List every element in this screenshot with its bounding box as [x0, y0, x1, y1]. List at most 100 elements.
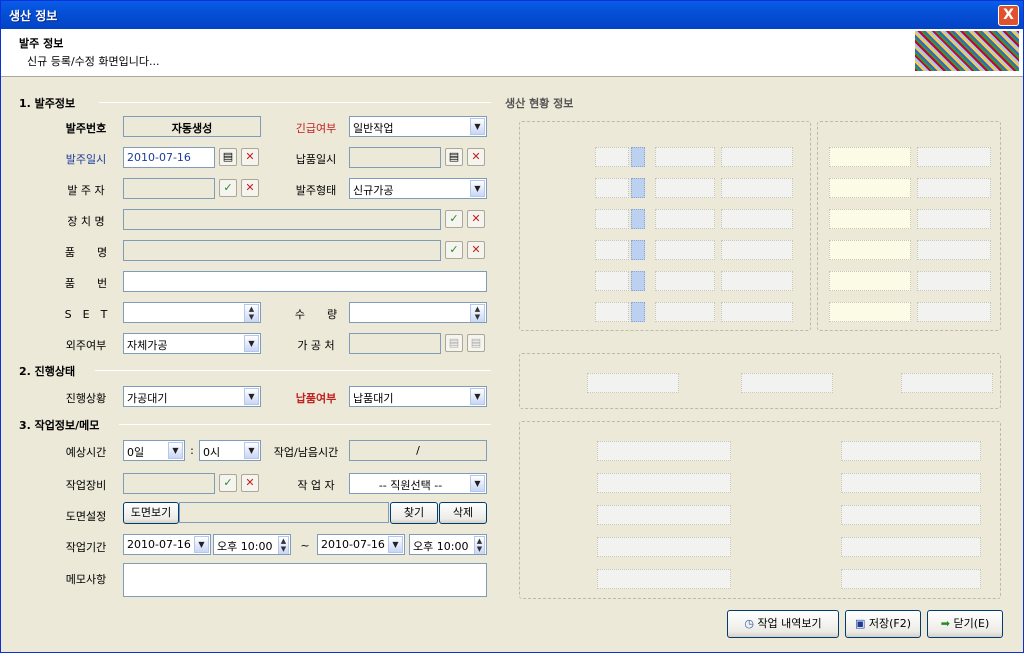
obscured-field[interactable]: [829, 302, 911, 322]
obscured-field[interactable]: [917, 240, 991, 260]
obscured-field[interactable]: [721, 147, 793, 167]
end-date-picker[interactable]: 2010-07-16 ▼: [317, 534, 405, 555]
spin-arrows-icon[interactable]: ▲ ▼: [470, 304, 485, 322]
clear-icon[interactable]: ✕: [467, 241, 485, 259]
order-date-field[interactable]: 2010-07-16: [123, 147, 215, 168]
end-time-stepper[interactable]: 오후 10:00 ▲ ▼: [409, 534, 487, 555]
obscured-spin-icon[interactable]: [631, 147, 645, 167]
search-icon[interactable]: ✓: [219, 474, 237, 492]
obscured-spin-icon[interactable]: [631, 271, 645, 291]
equip-field[interactable]: [123, 473, 215, 494]
obscured-field[interactable]: [595, 271, 629, 291]
obscured-field[interactable]: [721, 209, 793, 229]
title-bar[interactable]: 생산 정보 X: [1, 1, 1023, 29]
chevron-down-icon[interactable]: ▼: [244, 388, 259, 405]
start-date-picker[interactable]: 2010-07-16 ▼: [123, 534, 211, 555]
obscured-field[interactable]: [917, 209, 991, 229]
calendar-icon[interactable]: ▤: [445, 148, 463, 166]
orderer-field[interactable]: [123, 178, 215, 199]
obscured-field[interactable]: [721, 178, 793, 198]
start-time-stepper[interactable]: 오후 10:00 ▲ ▼: [213, 534, 291, 555]
find-button[interactable]: 찾기: [390, 502, 438, 524]
obscured-field[interactable]: [597, 569, 731, 589]
obscured-field[interactable]: [917, 147, 991, 167]
obscured-field[interactable]: [841, 537, 981, 557]
hours-select[interactable]: 0시 ▼: [199, 440, 261, 461]
set-stepper[interactable]: ▲ ▼: [123, 302, 261, 323]
obscured-field[interactable]: [655, 302, 715, 322]
spin-arrows-icon[interactable]: ▲ ▼: [278, 536, 289, 554]
obscured-field[interactable]: [655, 240, 715, 260]
save-button[interactable]: ▣ 저장(F2): [845, 610, 921, 638]
delete-button[interactable]: 삭제: [439, 502, 487, 524]
close-dialog-button[interactable]: ➡ 닫기(E): [927, 610, 1003, 638]
obscured-field[interactable]: [655, 271, 715, 291]
chevron-down-icon[interactable]: ▼: [244, 442, 259, 459]
obscured-field[interactable]: [829, 271, 911, 291]
search-icon[interactable]: ✓: [445, 210, 463, 228]
obscured-field[interactable]: [841, 505, 981, 525]
memo-textarea[interactable]: [123, 563, 487, 597]
obscured-field[interactable]: [587, 373, 679, 393]
obscured-field[interactable]: [655, 178, 715, 198]
delivery-date-field[interactable]: [349, 147, 441, 168]
worker-select[interactable]: -- 직원선택 -- ▼: [349, 473, 487, 494]
obscured-field[interactable]: [917, 271, 991, 291]
obscured-spin-icon[interactable]: [631, 240, 645, 260]
search-icon[interactable]: ✓: [219, 179, 237, 197]
product-field[interactable]: [123, 240, 441, 261]
clear-icon[interactable]: ✕: [467, 148, 485, 166]
obscured-field[interactable]: [721, 240, 793, 260]
chevron-down-icon[interactable]: ▼: [244, 335, 259, 352]
obscured-field[interactable]: [597, 473, 731, 493]
chevron-down-icon[interactable]: ▼: [470, 180, 485, 197]
obscured-field[interactable]: [841, 473, 981, 493]
obscured-field[interactable]: [841, 441, 981, 461]
obscured-field[interactable]: [917, 302, 991, 322]
obscured-field[interactable]: [721, 302, 793, 322]
drawing-view-button[interactable]: 도면보기: [123, 502, 179, 524]
obscured-field[interactable]: [597, 441, 731, 461]
clear-icon[interactable]: ✕: [241, 179, 259, 197]
obscured-field[interactable]: [829, 147, 911, 167]
obscured-field[interactable]: [655, 147, 715, 167]
calendar-icon[interactable]: ▤: [219, 148, 237, 166]
obscured-field[interactable]: [595, 178, 629, 198]
history-button[interactable]: ◷ 작업 내역보기: [727, 610, 839, 638]
search-icon[interactable]: ✓: [445, 241, 463, 259]
close-button[interactable]: X: [998, 5, 1019, 26]
spin-arrows-icon[interactable]: ▲ ▼: [474, 536, 485, 554]
obscured-field[interactable]: [595, 240, 629, 260]
obscured-field[interactable]: [741, 373, 833, 393]
obscured-field[interactable]: [917, 178, 991, 198]
urgent-select[interactable]: 일반작업 ▼: [349, 116, 487, 137]
obscured-field[interactable]: [597, 505, 731, 525]
obscured-field[interactable]: [597, 537, 731, 557]
device-field[interactable]: [123, 209, 441, 230]
obscured-field[interactable]: [721, 271, 793, 291]
spin-arrows-icon[interactable]: ▲ ▼: [244, 304, 259, 322]
obscured-field[interactable]: [829, 178, 911, 198]
obscured-field[interactable]: [829, 209, 911, 229]
clear-icon[interactable]: ✕: [467, 210, 485, 228]
obscured-field[interactable]: [841, 569, 981, 589]
obscured-spin-icon[interactable]: [631, 209, 645, 229]
obscured-spin-icon[interactable]: [631, 302, 645, 322]
part-no-field[interactable]: [123, 271, 487, 292]
chevron-down-icon[interactable]: ▼: [470, 475, 485, 492]
delivery-status-select[interactable]: 납품대기 ▼: [349, 386, 487, 407]
clear-icon[interactable]: ✕: [241, 474, 259, 492]
chevron-down-icon[interactable]: ▼: [388, 536, 403, 553]
obscured-field[interactable]: [595, 209, 629, 229]
obscured-spin-icon[interactable]: [631, 178, 645, 198]
chevron-down-icon[interactable]: ▼: [470, 388, 485, 405]
qty-stepper[interactable]: ▲ ▼: [349, 302, 487, 323]
status-select[interactable]: 가공대기 ▼: [123, 386, 261, 407]
chevron-down-icon[interactable]: ▼: [470, 118, 485, 135]
clear-icon[interactable]: ✕: [241, 148, 259, 166]
outsource-select[interactable]: 자체가공 ▼: [123, 333, 261, 354]
days-select[interactable]: 0일 ▼: [123, 440, 185, 461]
obscured-field[interactable]: [595, 147, 629, 167]
obscured-field[interactable]: [595, 302, 629, 322]
order-type-select[interactable]: 신규가공 ▼: [349, 178, 487, 199]
